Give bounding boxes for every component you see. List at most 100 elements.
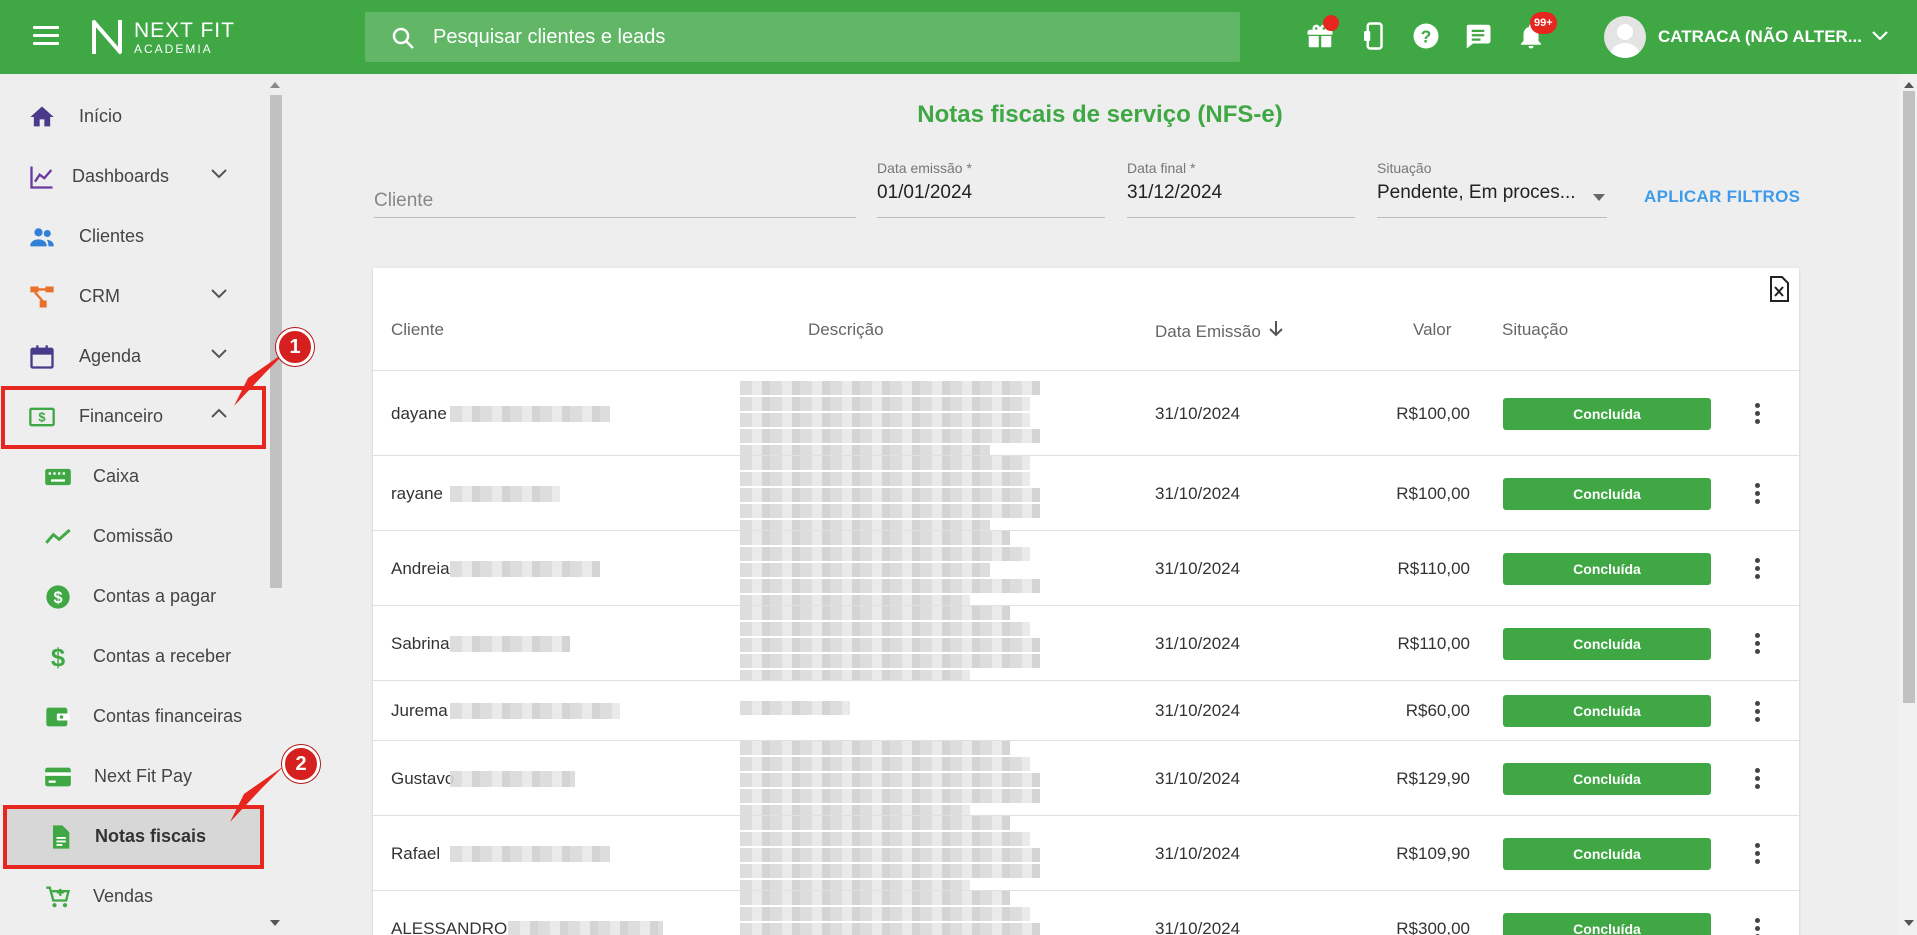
redacted-description [740,622,1030,636]
top-bar: NEXT FIT ACADEMIA ? 99+ CATRACA (NÃO ALT… [0,0,1917,74]
cell-cliente: Jurema [391,701,448,720]
cell-data-emissao: 31/10/2024 [1155,918,1241,935]
status-badge[interactable]: Concluída [1503,627,1711,660]
sidebar-item-dashboards[interactable]: Dashboards [0,146,262,206]
more-options-icon[interactable] [1745,840,1769,868]
sidebar-item-caixa[interactable]: Caixa [0,446,262,506]
sidebar-item-contas-a-pagar[interactable]: $ Contas a pagar [0,566,262,626]
mobile-icon[interactable] [1359,21,1389,51]
redacted-description [740,488,1040,502]
status-badge[interactable]: Concluída [1503,912,1711,935]
situacao-select[interactable]: Situação Pendente, Em proces... [1377,160,1607,218]
dollar-icon: $ [51,644,65,671]
sidebar-item-contas-financeiras[interactable]: Contas financeiras [0,686,262,746]
data-final-field[interactable]: Data final * 31/12/2024 [1127,160,1355,218]
status-badge[interactable]: Concluída [1503,837,1711,870]
status-badge[interactable]: Concluída [1503,552,1711,585]
sidebar-item-crm[interactable]: CRM [0,266,262,326]
more-options-icon[interactable] [1745,400,1769,428]
column-header-descricao[interactable]: Descrição [808,320,884,340]
more-options-icon[interactable] [1745,765,1769,793]
search-input[interactable] [433,12,1213,62]
svg-text:?: ? [1421,26,1432,46]
cell-cliente: Andreia [391,558,450,578]
annotation-marker-2: 2 [282,745,320,783]
redacted-description [740,413,1030,427]
situacao-value: Pendente, Em proces... [1377,182,1576,203]
data-final-value: 31/12/2024 [1127,182,1223,203]
scroll-up-arrow-icon[interactable] [1904,82,1914,88]
column-header-cliente[interactable]: Cliente [391,320,444,340]
sidebar-item-label: Contas financeiras [93,706,243,726]
chat-icon[interactable] [1463,21,1493,51]
annotation-marker-1: 1 [276,328,314,366]
more-options-icon[interactable] [1745,697,1769,725]
sidebar-item-agenda[interactable]: Agenda [0,326,262,386]
cell-valor: R$129,90 [1396,768,1470,788]
sidebar-item-label: Caixa [93,466,140,486]
bell-icon[interactable]: 99+ [1516,12,1557,51]
cell-valor: R$110,00 [1397,633,1470,653]
sidebar-item-vendas[interactable]: Vendas [0,866,262,926]
redacted-description [740,520,990,530]
chevron-down-icon[interactable] [209,286,229,302]
chevron-down-icon[interactable] [1870,28,1890,44]
status-badge[interactable]: Concluída [1503,695,1711,727]
logo[interactable]: NEXT FIT ACADEMIA [90,18,235,56]
redacted-description [740,472,1030,486]
people-icon [30,228,54,247]
more-options-icon[interactable] [1745,915,1769,935]
sort-arrow-down-icon[interactable] [1268,320,1284,338]
sidebar-item-clientes[interactable]: Clientes [0,206,262,266]
redacted-client-name [450,560,600,577]
table-row[interactable]: dayane 31/10/2024 R$100,00 Concluída [373,371,1799,456]
trend-icon [45,528,71,544]
user-name[interactable]: CATRACA (NÃO ALTER... [1658,27,1862,47]
column-header-situacao[interactable]: Situação [1502,320,1568,340]
table-row[interactable]: Andreia 31/10/2024 R$110,00 Concluída [373,531,1799,606]
chevron-down-icon[interactable] [209,346,229,362]
cell-data-emissao: 31/10/2024 [1155,633,1241,653]
status-badge[interactable]: Concluída [1503,762,1711,795]
avatar[interactable] [1604,16,1646,58]
sidebar-item-contas-a-receber[interactable]: $ Contas a receber [0,626,262,686]
sidebar-item-next-fit-pay[interactable]: Next Fit Pay [0,746,262,806]
cliente-filter-placeholder: Cliente [374,190,434,211]
more-options-icon[interactable] [1745,480,1769,508]
table-row[interactable]: Rafael 31/10/2024 R$109,90 Concluída [373,816,1799,891]
cell-valor: R$60,00 [1405,701,1470,720]
search-icon[interactable] [391,26,415,50]
more-options-icon[interactable] [1745,630,1769,658]
chevron-down-icon[interactable] [209,166,229,182]
scroll-up-arrow-icon[interactable] [270,82,280,88]
table-row[interactable]: Sabrina 31/10/2024 R$110,00 Concluída [373,606,1799,681]
table-row[interactable]: rayane 31/10/2024 R$100,00 Concluída [373,456,1799,531]
data-emissao-field[interactable]: Data emissão * 01/01/2024 [877,160,1105,218]
column-header-data-emissao[interactable]: Data Emissão [1155,322,1261,342]
table-row[interactable]: Jurema 31/10/2024 R$60,00 Concluída [373,681,1799,741]
scroll-down-arrow-icon[interactable] [1904,920,1914,926]
dropdown-arrow-icon[interactable] [1593,194,1605,202]
table-row[interactable]: ALESSANDRO 31/10/2024 R$300,00 Concluída [373,891,1799,935]
cell-valor: R$300,00 [1396,918,1470,935]
apply-filters-button[interactable]: APLICAR FILTROS [1644,187,1800,207]
sidebar-item-inicio[interactable]: Início [0,86,262,146]
redacted-description [740,595,970,605]
more-options-icon[interactable] [1745,555,1769,583]
cliente-filter[interactable]: Cliente [374,184,856,218]
main-scrollbar-thumb[interactable] [1903,91,1915,703]
sidebar-item-label: Dashboards [72,166,170,186]
table-row[interactable]: Gustavo 31/10/2024 R$129,90 Concluída [373,741,1799,816]
cell-valor: R$100,00 [1396,483,1470,503]
export-excel-icon[interactable] [1768,276,1790,302]
status-badge[interactable]: Concluída [1503,477,1711,510]
column-header-valor[interactable]: Valor [1413,320,1451,340]
menu-icon[interactable] [33,26,59,48]
scroll-down-arrow-icon[interactable] [270,920,280,926]
sidebar-item-comissao[interactable]: Comissão [0,506,262,566]
status-badge[interactable]: Concluída [1503,397,1711,430]
redacted-description [740,816,1010,830]
gift-icon[interactable] [1305,15,1339,51]
keyboard-icon [45,468,71,486]
help-icon[interactable]: ? [1411,21,1441,51]
